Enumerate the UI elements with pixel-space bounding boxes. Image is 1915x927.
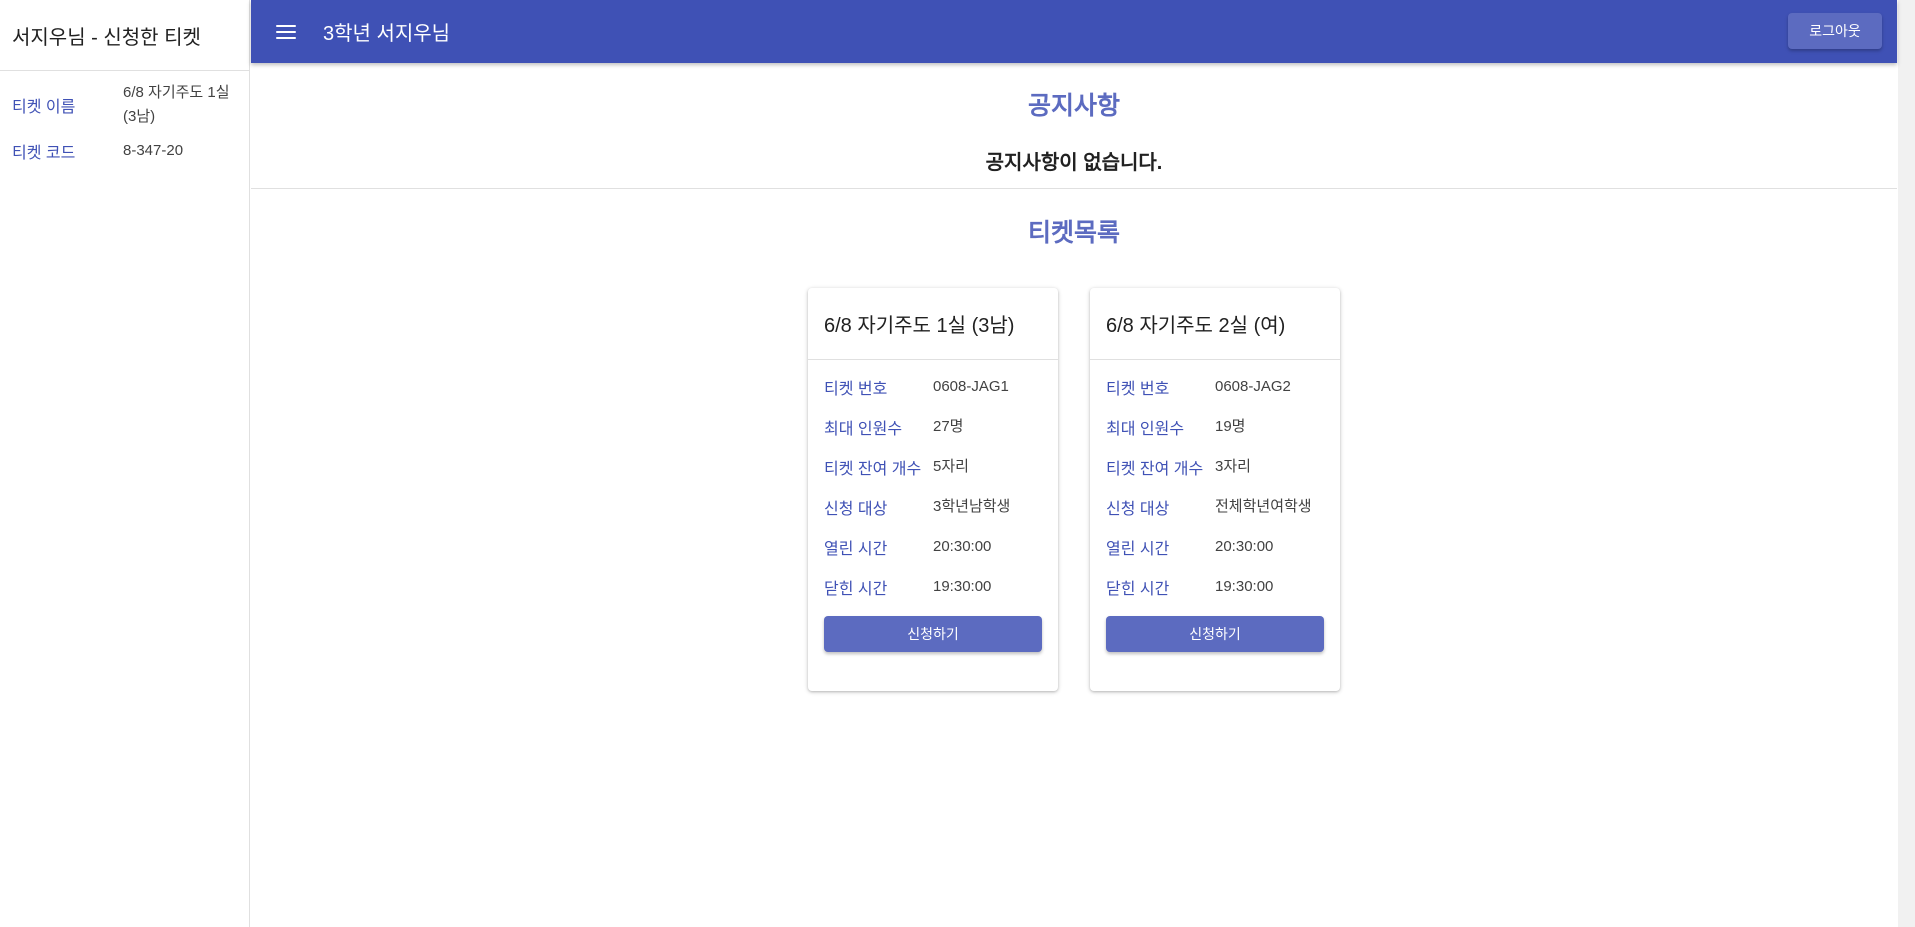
max-capacity-row: 최대 인원수 27명 (824, 407, 1042, 447)
main-content: 공지사항 공지사항이 없습니다. 티켓목록 6/8 자기주도 1실 (3남) 티… (251, 63, 1897, 927)
row-value: 20:30:00 (1215, 538, 1274, 555)
row-label: 티켓 잔여 개수 (1106, 461, 1204, 478)
app-bar-title: 3학년 서지우님 (323, 23, 451, 45)
notice-message: 공지사항이 없습니다. (985, 152, 1163, 174)
row-label: 최대 인원수 (1106, 421, 1185, 438)
menu-button[interactable] (259, 5, 313, 59)
target-row: 신청 대상 3학년남학생 (824, 487, 1042, 527)
sidebar-ticket-info: 티켓 이름 6/8 자기주도 1실 (3남) 티켓 코드 8-347-20 (0, 71, 249, 163)
notice-title: 공지사항 (1027, 92, 1120, 120)
sidebar: 서지우님 - 신청한 티켓 티켓 이름 6/8 자기주도 1실 (3남) 티켓 … (0, 0, 250, 927)
sidebar-item-label: 티켓 코드 (12, 145, 76, 162)
logout-button[interactable]: 로그아웃 (1788, 13, 1882, 49)
ticket-card: 6/8 자기주도 1실 (3남) 티켓 번호 0608-JAG1 최대 인원수 … (808, 288, 1058, 691)
row-value: 27명 (933, 418, 964, 435)
ticket-card-title: 6/8 자기주도 1실 (3남) (808, 288, 1058, 360)
row-value: 전체학년여학생 (1215, 498, 1312, 515)
ticket-number-row: 티켓 번호 0608-JAG2 (1106, 367, 1324, 407)
row-value: 19:30:00 (1215, 578, 1274, 595)
row-value: 19:30:00 (933, 578, 992, 595)
row-label: 티켓 번호 (824, 381, 888, 398)
row-label: 최대 인원수 (824, 421, 903, 438)
max-capacity-row: 최대 인원수 19명 (1106, 407, 1324, 447)
target-row: 신청 대상 전체학년여학생 (1106, 487, 1324, 527)
close-time-row: 닫힌 시간 19:30:00 (824, 567, 1042, 607)
row-label: 열린 시간 (1106, 541, 1170, 558)
ticket-card-details: 티켓 번호 0608-JAG2 최대 인원수 19명 티켓 잔여 개수 3자리 … (1090, 360, 1340, 607)
remaining-seats-row: 티켓 잔여 개수 5자리 (824, 447, 1042, 487)
vertical-scrollbar[interactable] (1898, 0, 1915, 927)
sidebar-item-value: 6/8 자기주도 1실 (3남) (123, 84, 230, 125)
sidebar-item-ticket-code: 티켓 코드 8-347-20 (12, 139, 237, 163)
app-bar: 3학년 서지우님 로그아웃 (251, 0, 1897, 63)
row-value: 0608-JAG1 (933, 378, 1009, 395)
open-time-row: 열린 시간 20:30:00 (824, 527, 1042, 567)
remaining-seats-row: 티켓 잔여 개수 3자리 (1106, 447, 1324, 487)
row-label: 닫힌 시간 (1106, 581, 1170, 598)
ticket-number-row: 티켓 번호 0608-JAG1 (824, 367, 1042, 407)
row-label: 열린 시간 (824, 541, 888, 558)
row-value: 3학년남학생 (933, 498, 1011, 515)
row-label: 신청 대상 (824, 501, 888, 518)
row-value: 3자리 (1215, 458, 1251, 475)
row-label: 닫힌 시간 (824, 581, 888, 598)
ticket-card-details: 티켓 번호 0608-JAG1 최대 인원수 27명 티켓 잔여 개수 5자리 … (808, 360, 1058, 607)
sidebar-item-label: 티켓 이름 (12, 99, 76, 116)
row-value: 0608-JAG2 (1215, 378, 1291, 395)
ticket-list-title: 티켓목록 (1027, 219, 1120, 247)
row-value: 19명 (1215, 418, 1246, 435)
ticket-card: 6/8 자기주도 2실 (여) 티켓 번호 0608-JAG2 최대 인원수 1… (1090, 288, 1340, 691)
ticket-card-list: 6/8 자기주도 1실 (3남) 티켓 번호 0608-JAG1 최대 인원수 … (808, 288, 1340, 691)
row-value: 20:30:00 (933, 538, 992, 555)
sidebar-item-ticket-name: 티켓 이름 6/8 자기주도 1실 (3남) (12, 81, 237, 129)
apply-button[interactable]: 신청하기 (1106, 616, 1324, 652)
row-value: 5자리 (933, 458, 969, 475)
ticket-card-title: 6/8 자기주도 2실 (여) (1090, 288, 1340, 360)
close-time-row: 닫힌 시간 19:30:00 (1106, 567, 1324, 607)
row-label: 신청 대상 (1106, 501, 1170, 518)
divider (251, 188, 1897, 189)
apply-button[interactable]: 신청하기 (824, 616, 1042, 652)
sidebar-title: 서지우님 - 신청한 티켓 (0, 0, 249, 71)
hamburger-menu-icon (276, 24, 296, 39)
open-time-row: 열린 시간 20:30:00 (1106, 527, 1324, 567)
sidebar-item-value: 8-347-20 (123, 142, 184, 159)
row-label: 티켓 번호 (1106, 381, 1170, 398)
row-label: 티켓 잔여 개수 (824, 461, 922, 478)
